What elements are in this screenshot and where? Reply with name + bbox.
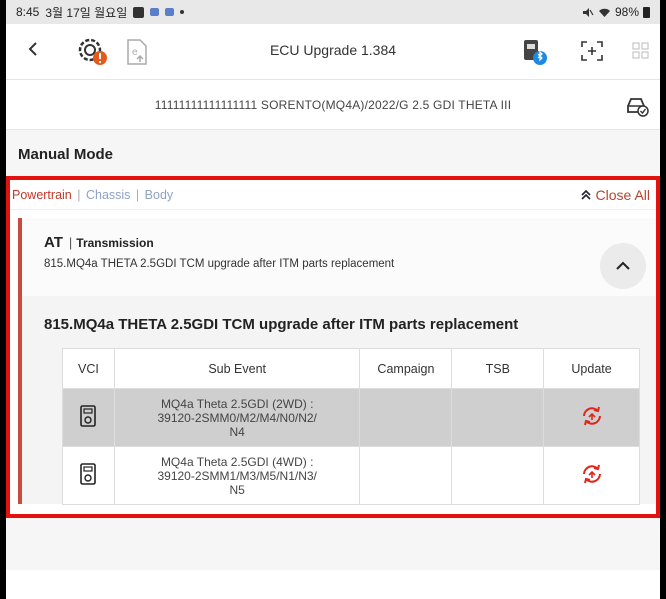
ecu-separator: | — [68, 235, 73, 250]
gallery-icon — [133, 6, 145, 18]
collapse-button[interactable] — [600, 243, 646, 289]
notification-icon — [150, 8, 160, 16]
table-row[interactable]: MQ4a Theta 2.5GDI (4WD) : 39120-2SMM1/M3… — [62, 446, 640, 505]
sub-event-cell: MQ4a Theta 2.5GDI (4WD) : 39120-2SMM1/M3… — [113, 446, 361, 505]
update-cell — [543, 446, 640, 505]
vehicle-info-bar: 11111111111111111 SORENTO(MQ4A)/2022/G 2… — [6, 80, 660, 130]
double-chevron-up-icon — [580, 189, 591, 200]
notification-icon-2 — [165, 8, 175, 16]
ecu-header: AT | Transmission 815.MQ4a THETA 2.5GDI TC… — [22, 218, 656, 296]
filter-powertrain[interactable]: Powertrain — [12, 188, 72, 202]
mute-icon — [582, 7, 594, 17]
status-bar: 8:45 3월 17일 월요일 98% — [6, 0, 660, 24]
filter-body[interactable]: Body — [145, 188, 174, 202]
sub-event-table: VCI Sub Event Campaign TSB Update MQ4a T… — [62, 348, 640, 505]
menu-grid-button[interactable] — [632, 42, 650, 65]
filter-bar: Powertrain | Chassis | Body Close All — [10, 180, 656, 210]
vci-cell — [62, 446, 115, 505]
sub-event-line: N5 — [229, 482, 245, 497]
sub-event-cell: MQ4a Theta 2.5GDI (2WD) : 39120-2SMM0/M2… — [113, 388, 361, 447]
vehicle-info: 11111111111111111 SORENTO(MQ4A)/2022/G 2… — [154, 97, 512, 112]
close-all-label: Close All — [595, 186, 650, 203]
sub-event-line: MQ4a Theta 2.5GDI (2WD) : — [160, 396, 314, 411]
ecu-panel: Powertrain | Chassis | Body Close All AT… — [6, 176, 660, 518]
vci-cell — [62, 388, 115, 447]
scan-button[interactable] — [580, 40, 604, 67]
vci-device-icon — [80, 463, 97, 485]
chevron-up-icon — [616, 261, 630, 270]
app-header: e ECU Upgrade 1.384 — [6, 24, 660, 80]
battery-icon — [643, 6, 650, 18]
page-title: ECU Upgrade 1.384 — [269, 42, 397, 58]
sub-event-line: MQ4a Theta 2.5GDI (4WD) : — [160, 454, 314, 469]
update-refresh-icon — [582, 406, 601, 426]
column-header-update: Update — [543, 348, 640, 389]
filter-separator: | — [135, 187, 140, 202]
table-row[interactable]: MQ4a Theta 2.5GDI (2WD) : 39120-2SMM0/M2… — [62, 388, 640, 447]
campaign-cell — [359, 388, 453, 447]
column-header-vci: VCI — [62, 348, 115, 389]
vci-bluetooth-icon — [524, 40, 547, 65]
filter-chassis[interactable]: Chassis — [86, 188, 130, 202]
more-notifications-icon — [180, 10, 185, 14]
close-all-button[interactable]: Close All — [580, 187, 650, 203]
sub-event-line: 39120-2SMM1/M3/M5/N1/N3/ — [157, 468, 317, 483]
car-check-icon — [627, 98, 649, 117]
update-cell — [543, 388, 640, 447]
battery-percent: 98% — [614, 5, 639, 19]
event-title: 815.MQ4a THETA 2.5GDI TCM upgrade after … — [44, 316, 519, 333]
scan-frame-icon — [581, 41, 603, 61]
filter-separator: | — [77, 187, 81, 202]
update-refresh-icon — [582, 464, 601, 484]
table-header-row: VCI Sub Event Campaign TSB Update — [62, 348, 640, 389]
sub-event-line: 39120-2SMM0/M2/M4/N0/N2/ — [157, 410, 317, 425]
status-time: 8:45 — [16, 5, 40, 19]
ecu-card: AT | Transmission 815.MQ4a THETA 2.5GDI TC… — [18, 218, 656, 505]
grid-icon — [632, 42, 649, 59]
ecu-description: 815.MQ4a THETA 2.5GDI TCM upgrade after … — [44, 258, 395, 270]
sub-event-line: N4 — [229, 424, 245, 439]
column-header-campaign: Campaign — [359, 348, 453, 389]
content-section: Manual Mode Powertrain | Chassis | Body … — [6, 130, 660, 570]
update-button[interactable] — [580, 406, 604, 430]
ecu-name: AT — [44, 234, 63, 251]
column-header-tsb: TSB — [451, 348, 545, 389]
campaign-cell — [359, 446, 453, 505]
status-date: 3월 17일 월요일 — [45, 5, 128, 20]
column-header-sub-event: Sub Event — [113, 348, 361, 389]
wifi-icon — [598, 8, 610, 17]
tsb-cell — [451, 388, 545, 447]
vehicle-check-button[interactable] — [624, 92, 650, 121]
tablet-screen: 8:45 3월 17일 월요일 98% e ECU Upgrade 1.384 … — [6, 0, 660, 599]
update-button[interactable] — [580, 464, 604, 488]
ecu-title: AT | Transmission — [44, 234, 154, 251]
vci-device-icon — [80, 405, 97, 427]
ecu-system: Transmission — [76, 236, 154, 250]
tsb-cell — [451, 446, 545, 505]
mode-title: Manual Mode — [18, 146, 114, 163]
vci-connection-button[interactable] — [520, 36, 550, 73]
